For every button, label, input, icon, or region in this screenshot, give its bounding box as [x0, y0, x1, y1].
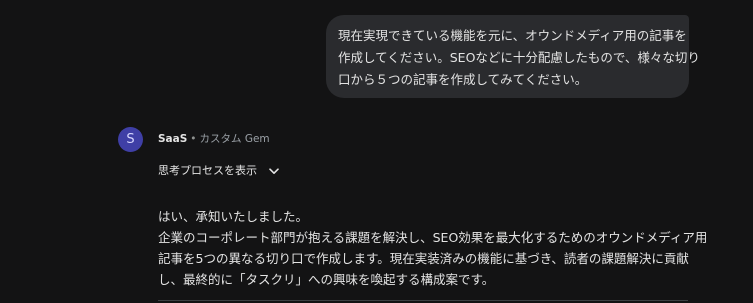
- show-thinking-button[interactable]: 思考プロセスを表示: [158, 163, 279, 179]
- show-thinking-label: 思考プロセスを表示: [158, 164, 257, 177]
- response-line: 企業のコーポレート部門が抱える課題を解決し、SEO効果を最大化するためのオウンド…: [158, 230, 708, 245]
- gem-name: SaaS: [158, 133, 188, 145]
- gem-avatar: S: [118, 127, 143, 152]
- response-line: はい、承知いたしました。: [158, 209, 309, 224]
- gem-type-label: カスタム Gem: [199, 133, 270, 145]
- user-message-line: 作成してください。SEOなどに十分配慮したもので、様々な切り: [338, 50, 700, 65]
- chat-page: 現在実現できている機能を元に、オウンドメディア用の記事を 作成してください。SE…: [0, 0, 753, 303]
- gem-separator: •: [190, 133, 197, 145]
- assistant-response: はい、承知いたしました。 企業のコーポレート部門が抱える課題を解決し、SEO効果…: [158, 206, 708, 290]
- response-line: 記事を5つの異なる切り口で作成します。現在実装済みの機能に基づき、読者の課題解決…: [158, 251, 689, 266]
- user-message-line: 口から５つの記事を作成してみてください。: [338, 72, 588, 87]
- user-message-line: 現在実現できている機能を元に、オウンドメディア用の記事を: [338, 28, 687, 43]
- chevron-down-icon: [268, 167, 279, 174]
- response-divider: [158, 300, 688, 301]
- user-message-bubble: 現在実現できている機能を元に、オウンドメディア用の記事を 作成してください。SE…: [326, 15, 700, 98]
- response-line: し、最終的に「タスクリ」への興味を喚起する構成案です。: [158, 272, 495, 287]
- gem-header: SaaS • カスタム Gem: [158, 132, 270, 146]
